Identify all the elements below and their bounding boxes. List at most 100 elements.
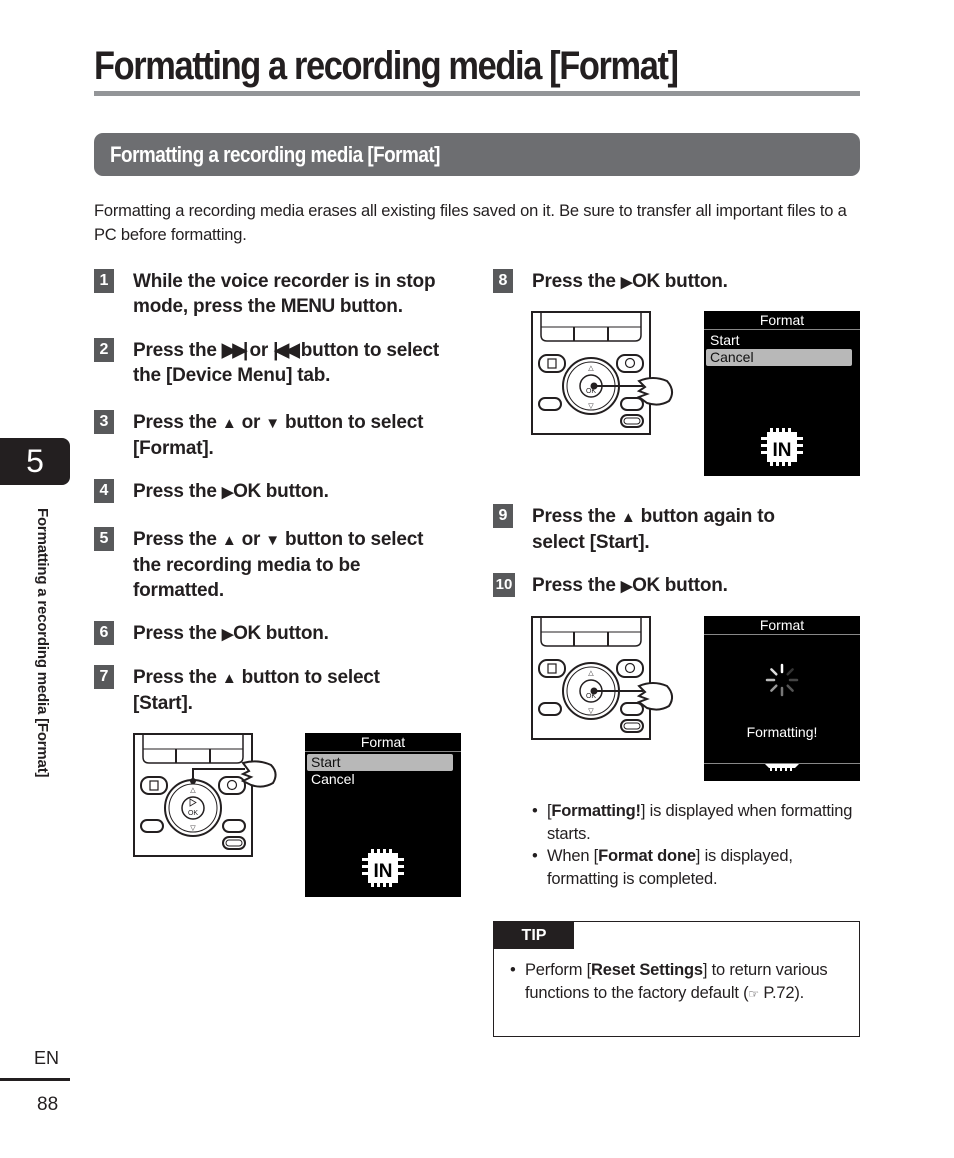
- step-number: 9: [493, 504, 513, 528]
- reset-settings-label: Reset Settings: [591, 961, 703, 979]
- step-number: 7: [94, 665, 114, 689]
- tip-box: TIP Perform [Reset Settings] to return v…: [493, 921, 860, 1037]
- intro-paragraph: Formatting a recording media erases all …: [94, 202, 847, 244]
- text: button.: [659, 271, 728, 292]
- text: Press the: [532, 575, 621, 596]
- note-item: When [Format done] is displayed, formatt…: [528, 845, 858, 890]
- play-arrow-icon: ▶: [221, 626, 234, 643]
- text: ].: [202, 438, 214, 459]
- format-screen-step8: Format Start Cancel IN: [704, 311, 860, 476]
- step-number: 8: [493, 269, 513, 293]
- up-arrow-icon: ▲: [221, 532, 237, 549]
- section-header: Formatting a recording media [Format]: [94, 133, 860, 176]
- down-arrow-icon: ▼: [265, 415, 280, 432]
- step-text: Press the ▲ or ▼ button to select the re…: [133, 527, 453, 603]
- text: button.: [260, 623, 329, 644]
- loading-spinner-icon: [765, 663, 799, 697]
- step-text: Press the ▲ button to select [Start].: [133, 665, 433, 716]
- notes-list: [Formatting!] is displayed when formatti…: [528, 800, 858, 890]
- step-number: 5: [94, 527, 114, 551]
- svg-text:△: △: [588, 670, 594, 677]
- internal-memory-icon: IN: [761, 428, 803, 466]
- step-3: 3 Press the ▲ or ▼ button to select [For…: [94, 410, 469, 461]
- footer-rule: [0, 1078, 70, 1081]
- format-done-label: Format done: [598, 847, 696, 865]
- text: Press the: [532, 271, 621, 292]
- step-5: 5 Press the ▲ or ▼ button to select the …: [94, 527, 469, 603]
- text: Press the: [133, 340, 222, 361]
- svg-text:IN: IN: [374, 861, 393, 882]
- internal-memory-icon: IN: [362, 849, 404, 887]
- start-label: Start: [139, 693, 182, 714]
- language-label: EN: [34, 1048, 60, 1068]
- text: or: [244, 340, 274, 361]
- tip-list: Perform [Reset Settings] to return vario…: [508, 959, 848, 1005]
- screen-title: Format: [305, 733, 461, 752]
- text: or: [236, 412, 266, 433]
- text: or: [236, 529, 266, 550]
- step-9: 9 Press the ▲ button again to select [St…: [493, 504, 858, 555]
- formatting-label: Formatting!: [551, 802, 641, 820]
- text: button.: [260, 481, 329, 502]
- note-item: [Formatting!] is displayed when formatti…: [528, 800, 858, 845]
- text: Press the: [133, 481, 222, 502]
- text: ] tab.: [286, 365, 331, 386]
- tip-label: TIP: [494, 922, 574, 949]
- page-reference-icon: ☞: [748, 986, 759, 1001]
- text: ].: [638, 532, 650, 553]
- step-text: Press the ▶OK button.: [133, 479, 329, 505]
- step-text: Press the ▲ button again to select [Star…: [532, 504, 822, 555]
- step-number: 1: [94, 269, 114, 293]
- step-number: 6: [94, 621, 114, 645]
- ok-button-label: OK: [233, 481, 261, 502]
- text: Press the: [133, 412, 222, 433]
- recorder-illustration-up: OK △ ▽: [133, 733, 277, 857]
- title-rule: [94, 91, 860, 96]
- menu-item-start: Start: [710, 332, 740, 348]
- play-arrow-icon: ▶: [221, 484, 234, 501]
- step-6: 6 Press the ▶OK button.: [94, 621, 469, 647]
- menu-item-cancel: Cancel: [311, 771, 355, 787]
- up-arrow-icon: ▲: [221, 670, 237, 687]
- down-arrow-icon: ▼: [265, 532, 280, 549]
- page-reference-link[interactable]: P.72).: [759, 984, 804, 1002]
- device-menu-label: Device Menu: [172, 365, 287, 386]
- step-text: While the voice recorder is in stop mode…: [133, 269, 469, 319]
- ok-button-label: OK: [233, 623, 261, 644]
- format-screen-step10: Format Formatting!: [704, 616, 860, 781]
- svg-text:▽: ▽: [588, 403, 594, 410]
- menu-item-cancel: Cancel: [706, 349, 852, 366]
- text: Press the: [133, 529, 222, 550]
- svg-text:▽: ▽: [588, 708, 594, 715]
- text: Press the: [133, 623, 222, 644]
- start-label: Start: [595, 532, 639, 553]
- step-text: Press the ▶▶| or |◀◀ button to select th…: [133, 338, 469, 388]
- chapter-tab: 5: [0, 438, 70, 485]
- step-1: 1 While the voice recorder is in stop mo…: [94, 269, 469, 319]
- format-screen-step7: Format Start Cancel IN: [305, 733, 461, 897]
- text: button.: [334, 296, 403, 317]
- recorder-illustration-ok: OK △ ▽: [531, 616, 673, 740]
- step-7: 7 Press the ▲ button to select [Start].: [94, 665, 469, 716]
- up-arrow-icon: ▲: [620, 509, 636, 526]
- rewind-icon: |◀◀: [273, 340, 299, 361]
- svg-text:△: △: [190, 787, 196, 794]
- menu-item-start: Start: [307, 754, 453, 771]
- play-arrow-icon: ▶: [620, 274, 633, 291]
- play-arrow-icon: ▶: [620, 578, 633, 595]
- text: Press the: [133, 667, 222, 688]
- svg-text:▽: ▽: [190, 825, 196, 832]
- step-text: Press the ▲ or ▼ button to select [Forma…: [133, 410, 469, 461]
- format-label: Format: [139, 438, 203, 459]
- svg-text:OK: OK: [188, 810, 198, 817]
- ok-button-label: OK: [632, 575, 660, 596]
- step-8: 8 Press the ▶OK button.: [493, 269, 858, 295]
- screen-title: Format: [704, 616, 860, 635]
- menu-button-label: MENU: [280, 296, 335, 317]
- step-number: 10: [493, 573, 515, 597]
- internal-memory-icon: [765, 764, 799, 771]
- up-arrow-icon: ▲: [221, 415, 237, 432]
- ok-button-label: OK: [632, 271, 660, 292]
- text: button.: [659, 575, 728, 596]
- chapter-side-label: Formatting a recording media [Format]: [34, 508, 51, 778]
